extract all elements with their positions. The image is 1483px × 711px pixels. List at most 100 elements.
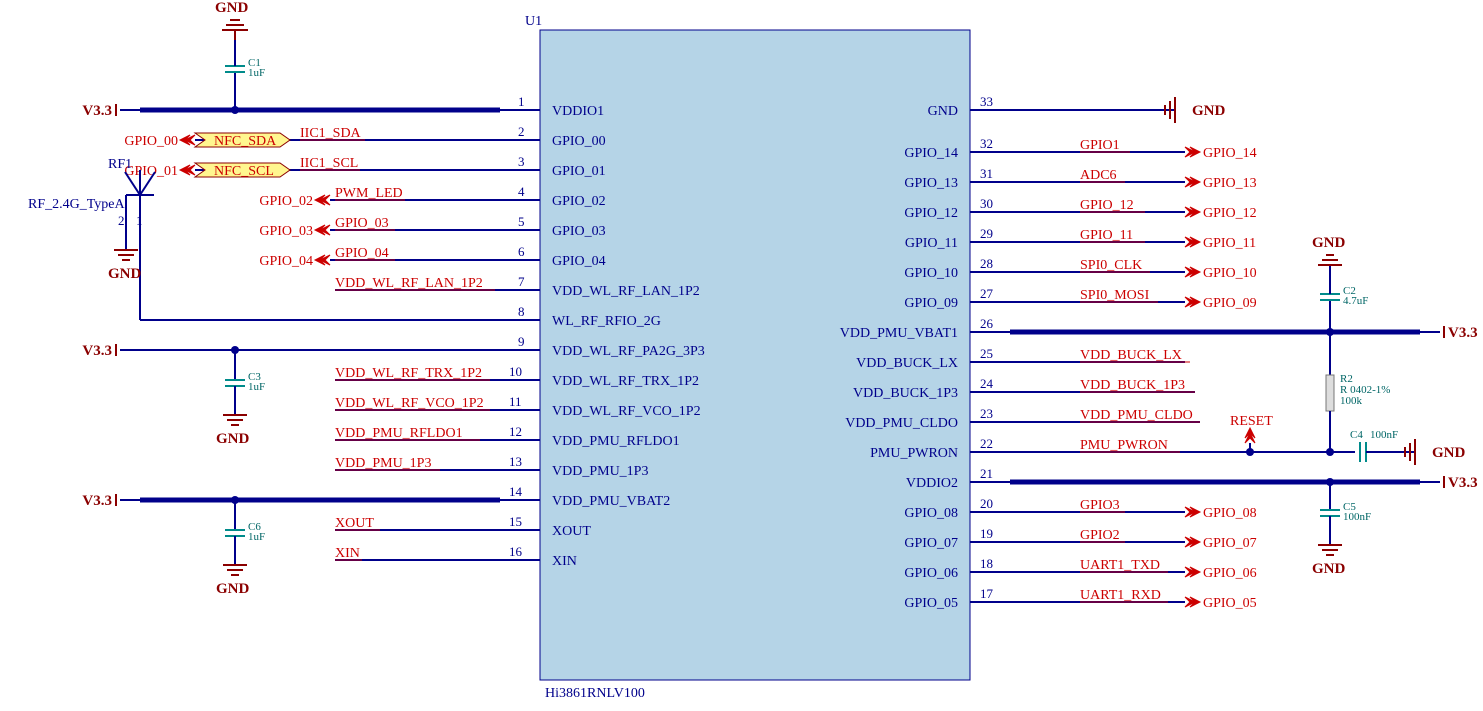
svg-text:GPIO_03: GPIO_03 [335, 216, 389, 231]
svg-text:GND: GND [108, 266, 142, 282]
svg-text:1: 1 [136, 213, 143, 228]
svg-text:GPIO2: GPIO2 [1080, 528, 1120, 543]
svg-text:ADC6: ADC6 [1080, 168, 1117, 183]
svg-text:GPIO_10: GPIO_10 [1203, 266, 1257, 281]
svg-text:GND: GND [1312, 235, 1346, 251]
svg-text:IIC1_SCL: IIC1_SCL [300, 156, 358, 171]
svg-text:WL_RF_RFIO_2G: WL_RF_RFIO_2G [552, 314, 661, 329]
svg-text:GPIO_06: GPIO_06 [1203, 566, 1257, 581]
svg-text:VDD_BUCK_1P3: VDD_BUCK_1P3 [1080, 378, 1185, 393]
svg-text:6: 6 [518, 244, 525, 259]
svg-text:20: 20 [980, 496, 993, 511]
svg-text:GPIO_04: GPIO_04 [552, 254, 606, 269]
svg-text:VDD_PMU_RFLDO1: VDD_PMU_RFLDO1 [552, 434, 680, 449]
svg-text:GPIO_08: GPIO_08 [1203, 506, 1257, 521]
svg-text:C4: C4 [1350, 429, 1363, 441]
svg-text:VDD_PMU_CLDO: VDD_PMU_CLDO [845, 416, 958, 431]
svg-text:24: 24 [980, 376, 994, 391]
svg-text:XOUT: XOUT [552, 524, 591, 539]
svg-text:GND: GND [1312, 561, 1346, 577]
svg-text:13: 13 [509, 454, 522, 469]
svg-text:GPIO_07: GPIO_07 [904, 536, 958, 551]
svg-text:22: 22 [980, 436, 993, 451]
svg-text:7: 7 [518, 274, 525, 289]
svg-text:GPIO_07: GPIO_07 [1203, 536, 1257, 551]
svg-text:GND: GND [1192, 103, 1226, 119]
svg-text:GND: GND [1432, 445, 1466, 461]
svg-text:GPIO_01: GPIO_01 [552, 164, 606, 179]
svg-text:GPIO_05: GPIO_05 [1203, 596, 1257, 611]
svg-text:VDD_BUCK_LX: VDD_BUCK_LX [856, 356, 958, 371]
svg-text:XIN: XIN [552, 554, 577, 569]
gnd-symbol [222, 20, 248, 40]
svg-text:100k: 100k [1340, 395, 1363, 407]
svg-text:VDD_WL_RF_TRX_1P2: VDD_WL_RF_TRX_1P2 [335, 366, 482, 381]
svg-text:V3.3: V3.3 [1448, 325, 1478, 341]
svg-text:GPIO_06: GPIO_06 [904, 566, 958, 581]
svg-text:PWM_LED: PWM_LED [335, 186, 403, 201]
svg-text:UART1_TXD: UART1_TXD [1080, 558, 1160, 573]
svg-text:1uF: 1uF [248, 381, 265, 393]
svg-text:GPIO_14: GPIO_14 [904, 146, 958, 161]
svg-text:VDD_PMU_RFLDO1: VDD_PMU_RFLDO1 [335, 426, 463, 441]
svg-text:GPIO_13: GPIO_13 [904, 176, 958, 191]
svg-text:23: 23 [980, 406, 993, 421]
ic-part: Hi3861RNLV100 [545, 686, 645, 701]
svg-text:GPIO3: GPIO3 [1080, 498, 1120, 513]
v33-label: V3.3 [82, 103, 112, 119]
svg-text:VDDIO1: VDDIO1 [552, 104, 604, 119]
svg-text:GPIO_14: GPIO_14 [1203, 146, 1257, 161]
svg-text:V3.3: V3.3 [1448, 475, 1478, 491]
svg-text:GPIO_11: GPIO_11 [1080, 228, 1133, 243]
svg-text:10: 10 [509, 364, 522, 379]
svg-text:19: 19 [980, 526, 993, 541]
svg-text:GPIO_09: GPIO_09 [1203, 296, 1257, 311]
svg-text:VDD_WL_RF_VCO_1P2: VDD_WL_RF_VCO_1P2 [335, 396, 484, 411]
svg-text:VDD_PMU_VBAT2: VDD_PMU_VBAT2 [552, 494, 670, 509]
svg-text:GPIO_08: GPIO_08 [904, 506, 958, 521]
svg-text:GPIO_04: GPIO_04 [335, 246, 389, 261]
svg-text:GPIO_10: GPIO_10 [904, 266, 958, 281]
svg-text:GPIO_12: GPIO_12 [1080, 198, 1134, 213]
svg-text:1: 1 [518, 94, 525, 109]
svg-text:VDD_BUCK_LX: VDD_BUCK_LX [1080, 348, 1182, 363]
svg-text:1uF: 1uF [248, 531, 265, 543]
svg-text:2: 2 [518, 124, 525, 139]
svg-text:8: 8 [518, 304, 525, 319]
svg-text:17: 17 [980, 586, 994, 601]
svg-text:GND: GND [928, 104, 958, 119]
svg-text:GPIO_12: GPIO_12 [1203, 206, 1257, 221]
svg-text:PMU_PWRON: PMU_PWRON [1080, 438, 1168, 453]
svg-text:GND: GND [216, 431, 250, 447]
svg-text:GPIO_03: GPIO_03 [552, 224, 606, 239]
svg-text:32: 32 [980, 136, 993, 151]
svg-text:GPIO_03: GPIO_03 [259, 224, 313, 239]
svg-text:GPIO_05: GPIO_05 [904, 596, 958, 611]
svg-text:GPIO_12: GPIO_12 [904, 206, 958, 221]
svg-text:5: 5 [518, 214, 525, 229]
svg-text:1uF: 1uF [248, 67, 265, 79]
svg-text:GPIO1: GPIO1 [1080, 138, 1120, 153]
svg-text:VDD_PMU_VBAT1: VDD_PMU_VBAT1 [840, 326, 958, 341]
svg-text:VDD_PMU_CLDO: VDD_PMU_CLDO [1080, 408, 1193, 423]
svg-text:VDD_PMU_1P3: VDD_PMU_1P3 [552, 464, 648, 479]
svg-text:VDD_WL_RF_TRX_1P2: VDD_WL_RF_TRX_1P2 [552, 374, 699, 389]
capacitor-c1 [225, 66, 245, 72]
svg-text:NFC_SDA: NFC_SDA [214, 134, 277, 149]
svg-text:VDD_PMU_1P3: VDD_PMU_1P3 [335, 456, 431, 471]
svg-text:UART1_RXD: UART1_RXD [1080, 588, 1161, 603]
svg-text:GPIO_00: GPIO_00 [124, 134, 178, 149]
svg-text:14: 14 [509, 484, 523, 499]
svg-text:4: 4 [518, 184, 525, 199]
schematic-canvas: U1 Hi3861RNLV100 1VDDIO1 2GPIO_00 3GPIO_… [0, 0, 1483, 711]
svg-text:28: 28 [980, 256, 993, 271]
svg-text:NFC_SCL: NFC_SCL [214, 164, 274, 179]
svg-text:27: 27 [980, 286, 994, 301]
svg-text:9: 9 [518, 334, 525, 349]
svg-text:V3.3: V3.3 [82, 343, 112, 359]
svg-text:VDD_WL_RF_PA2G_3P3: VDD_WL_RF_PA2G_3P3 [552, 344, 705, 359]
svg-text:VDD_BUCK_1P3: VDD_BUCK_1P3 [853, 386, 958, 401]
svg-text:100nF: 100nF [1370, 429, 1398, 441]
svg-text:GPIO_00: GPIO_00 [552, 134, 606, 149]
right-gpio-nets: GPIO1GPIO_14 ADC6GPIO_13 GPIO_12GPIO_12 … [1010, 138, 1257, 311]
